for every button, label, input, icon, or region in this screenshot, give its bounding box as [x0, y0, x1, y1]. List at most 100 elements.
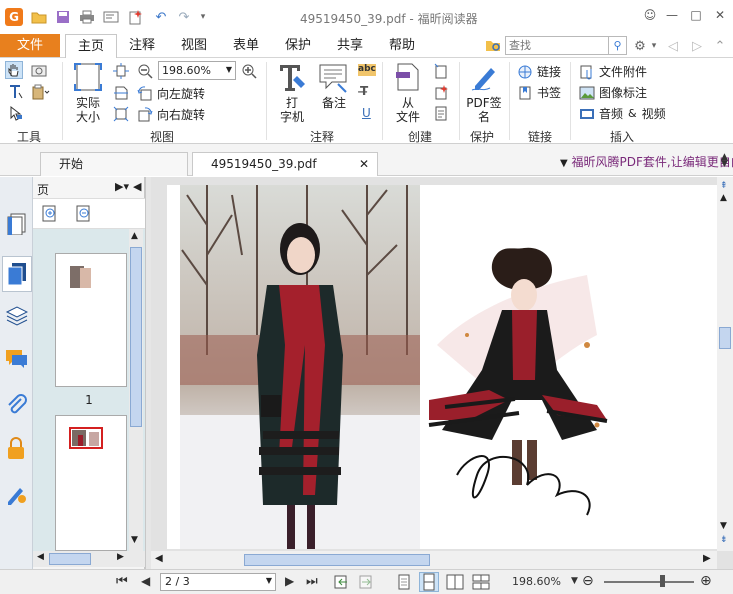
signature-panel-icon[interactable]	[5, 482, 28, 505]
new-icon[interactable]	[127, 9, 143, 25]
scroll-up-icon[interactable]: ▲	[131, 231, 138, 241]
tab-start[interactable]: 开始	[40, 152, 188, 176]
fit-visible-icon[interactable]	[113, 106, 129, 125]
skin-icon[interactable]: ☺	[640, 6, 660, 24]
note-button[interactable]: 备注	[316, 96, 352, 110]
gear-dropdown-icon[interactable]: ▾	[646, 38, 662, 54]
page-thumbnails-icon[interactable]	[5, 212, 28, 236]
search-input[interactable]	[505, 36, 609, 55]
hand-tool-icon[interactable]	[5, 61, 23, 79]
panel-collapse-icon[interactable]: ◀	[133, 180, 141, 193]
select-annotation-icon[interactable]	[8, 105, 24, 124]
panel-options-icon[interactable]: ▶▾	[115, 180, 129, 193]
zoom-slider-track[interactable]	[604, 581, 694, 583]
typewriter-icon[interactable]	[277, 62, 307, 92]
enlarge-thumbnail-icon[interactable]	[41, 205, 59, 226]
collapse-ribbon-icon[interactable]: ⌃	[712, 38, 728, 54]
pdf-sign-button[interactable]: PDF签 名	[462, 96, 506, 124]
attachments-icon[interactable]	[5, 393, 28, 416]
file-attachment-button[interactable]: 文件附件	[579, 63, 647, 80]
thumbnail-scroll-thumb[interactable]	[130, 247, 142, 427]
scroll-left-icon[interactable]: ◀	[37, 552, 44, 562]
close-button[interactable]: ✕	[710, 6, 730, 24]
page-up-icon[interactable]: ⇞	[720, 181, 728, 191]
search-icon[interactable]: ⚲	[609, 36, 627, 55]
strikeout-icon[interactable]: T̶	[360, 84, 368, 98]
undo-icon[interactable]: ↶	[153, 9, 169, 25]
single-page-icon[interactable]	[397, 574, 411, 593]
continuous-page-icon[interactable]	[419, 572, 439, 592]
save-icon[interactable]	[55, 9, 71, 25]
zoom-level-text[interactable]: 198.60%	[512, 575, 561, 588]
blank-page-icon[interactable]	[433, 63, 449, 82]
zoom-out-icon[interactable]	[137, 63, 153, 82]
from-clipboard-icon[interactable]	[433, 84, 449, 103]
last-page-icon[interactable]: ⏭	[306, 574, 318, 589]
print-icon[interactable]	[79, 9, 95, 25]
fit-width-icon[interactable]	[113, 85, 129, 104]
viewer-hscroll-thumb[interactable]	[244, 554, 430, 566]
tab-view[interactable]: 视图	[172, 34, 216, 57]
zoom-out-icon[interactable]: ⊖	[582, 573, 594, 589]
app-logo-icon[interactable]: G	[5, 8, 23, 26]
from-file-icon[interactable]	[394, 62, 422, 92]
minimize-button[interactable]: —	[662, 6, 682, 24]
previous-page-icon[interactable]: ◀	[141, 574, 150, 588]
tab-document[interactable]: 49519450_39.pdf ✕	[192, 152, 378, 176]
open-folder-icon[interactable]	[31, 9, 47, 25]
redo-icon[interactable]: ↷	[176, 9, 192, 25]
viewer-horizontal-scrollbar[interactable]: ◀ ▶	[151, 551, 717, 569]
next-view-icon[interactable]	[358, 574, 374, 593]
page-thumbnail-1[interactable]	[55, 253, 127, 387]
tab-help[interactable]: 帮助	[380, 34, 424, 57]
layers-icon[interactable]	[5, 304, 29, 327]
highlight-icon[interactable]: abc	[358, 64, 376, 76]
maximize-button[interactable]: □	[686, 6, 706, 24]
tab-protect[interactable]: 保护	[276, 34, 320, 57]
tab-form[interactable]: 表单	[224, 34, 268, 57]
bookmark-button[interactable]: 书签	[517, 84, 561, 101]
viewer-scroll-thumb[interactable]	[719, 327, 731, 349]
scroll-down-icon[interactable]: ▼	[720, 521, 727, 531]
tab-comment[interactable]: 注释	[120, 34, 164, 57]
bookmarks-panel-icon[interactable]	[2, 256, 32, 292]
zoom-in-icon[interactable]: ⊕	[700, 573, 712, 589]
scroll-up-icon[interactable]: ▲	[720, 193, 727, 203]
facing-pages-icon[interactable]	[446, 574, 464, 593]
reduce-thumbnail-icon[interactable]	[75, 205, 93, 226]
continuous-facing-icon[interactable]	[472, 574, 490, 593]
scroll-right-icon[interactable]: ▶	[703, 553, 711, 564]
back-nav-icon[interactable]: ◁	[665, 38, 681, 54]
security-lock-icon[interactable]	[5, 437, 28, 460]
forward-nav-icon[interactable]: ▷	[689, 38, 705, 54]
zoom-in-icon[interactable]	[241, 63, 257, 82]
previous-view-icon[interactable]	[333, 574, 349, 593]
fit-page-icon[interactable]	[113, 63, 129, 82]
scroll-left-icon[interactable]: ◀	[155, 553, 163, 564]
file-menu-button[interactable]: 文件	[0, 34, 60, 57]
tab-home[interactable]: 主页	[65, 34, 117, 59]
note-icon[interactable]	[318, 62, 348, 94]
page-number-field[interactable]: 2 / 3 ▼	[160, 573, 276, 591]
snapshot-icon[interactable]	[31, 63, 47, 80]
page-down-icon[interactable]: ⇟	[720, 535, 728, 545]
comments-icon[interactable]	[5, 347, 28, 370]
select-text-icon[interactable]	[8, 84, 24, 103]
first-page-icon[interactable]: ⏮	[116, 574, 128, 589]
audio-video-button[interactable]: 音频 & 视频	[579, 105, 666, 122]
zoom-slider-handle[interactable]	[660, 575, 665, 587]
rotate-left-button[interactable]: 向左旋转	[137, 85, 205, 102]
underline-icon[interactable]: U	[362, 106, 371, 120]
pdf-sign-icon[interactable]	[469, 62, 499, 92]
page-thumbnail-2[interactable]	[55, 415, 127, 551]
find-folder-icon[interactable]	[485, 38, 501, 52]
customize-icon[interactable]: ▾	[195, 9, 211, 25]
viewer-vertical-scrollbar[interactable]: ⇞ ▲ ▼ ⇟	[717, 177, 733, 551]
close-tab-icon[interactable]: ✕	[359, 153, 369, 175]
zoom-dropdown-icon[interactable]: ▼	[571, 576, 578, 586]
email-icon[interactable]	[103, 9, 119, 25]
image-annotation-button[interactable]: 图像标注	[579, 84, 647, 101]
visible-area-highlight[interactable]	[69, 427, 103, 449]
tab-list-icon[interactable]: ▲ ▼	[721, 153, 731, 169]
actual-size-button[interactable]: 实际 大小	[68, 96, 108, 124]
